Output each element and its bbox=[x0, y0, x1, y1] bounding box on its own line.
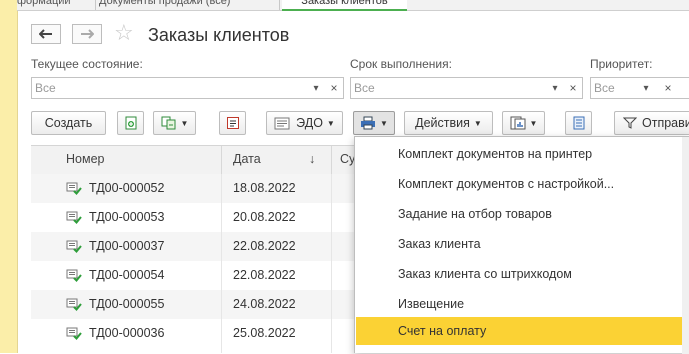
edo-icon bbox=[274, 117, 290, 129]
create-button[interactable]: Создать bbox=[31, 111, 106, 135]
order-date: 20.08.2022 bbox=[233, 210, 296, 224]
printer-icon bbox=[361, 116, 376, 130]
filter-state-value: Все bbox=[35, 81, 56, 95]
back-button[interactable] bbox=[31, 24, 61, 44]
actions-button-label: Действия bbox=[415, 116, 470, 130]
tab-divider bbox=[279, 0, 280, 10]
column-date[interactable]: Дата bbox=[233, 152, 261, 166]
filter-deadline-label: Срок выполнения: bbox=[350, 57, 452, 71]
order-number: ТД00-000037 bbox=[89, 239, 165, 253]
menu-item-customer-order[interactable]: Заказ клиента bbox=[356, 230, 682, 258]
chevron-down-icon[interactable]: ▾ bbox=[637, 78, 655, 98]
posted-document-icon bbox=[66, 269, 82, 282]
clear-icon[interactable]: × bbox=[325, 78, 343, 98]
filter-priority-field[interactable]: Все ▾ × bbox=[590, 77, 689, 99]
order-date: 22.08.2022 bbox=[233, 268, 296, 282]
menu-scrollbar[interactable] bbox=[682, 137, 689, 354]
posted-document-icon bbox=[66, 298, 82, 311]
column-divider bbox=[331, 146, 332, 174]
tab-information[interactable]: формации bbox=[17, 0, 91, 9]
menu-item-picking-task[interactable]: Задание на отбор товаров bbox=[356, 200, 682, 228]
menu-item-invoice[interactable]: Счет на оплату bbox=[356, 317, 682, 345]
section-panel-strip bbox=[0, 0, 18, 353]
column-divider bbox=[221, 146, 222, 174]
fiscal-register-icon bbox=[226, 117, 239, 129]
chevron-down-icon: ▼ bbox=[326, 118, 335, 128]
document-add-icon bbox=[125, 116, 136, 130]
report-icon bbox=[510, 116, 526, 130]
filter-deadline-value: Все bbox=[354, 81, 375, 95]
order-number: ТД00-000054 bbox=[89, 268, 165, 282]
list-view-button[interactable] bbox=[565, 111, 592, 135]
order-date: 25.08.2022 bbox=[233, 326, 296, 340]
create-based-on-button[interactable] bbox=[117, 111, 144, 135]
send-icon bbox=[623, 117, 637, 129]
filter-priority-value: Все bbox=[594, 81, 615, 95]
order-number: ТД00-000055 bbox=[89, 297, 165, 311]
tab-sales-documents[interactable]: Документы продажи (все) bbox=[99, 0, 277, 9]
edo-button-label: ЭДО bbox=[296, 116, 323, 130]
menu-item-customer-order-barcode[interactable]: Заказ клиента со штрихкодом bbox=[356, 260, 682, 288]
filter-deadline-field[interactable]: Все ▾ × bbox=[350, 77, 583, 99]
menu-item-print-kit[interactable]: Комплект документов на принтер bbox=[356, 140, 682, 168]
order-date: 24.08.2022 bbox=[233, 297, 296, 311]
filter-state-field[interactable]: Все ▾ × bbox=[31, 77, 344, 99]
order-date: 18.08.2022 bbox=[233, 181, 296, 195]
posted-document-icon bbox=[66, 182, 82, 195]
list-icon bbox=[573, 116, 584, 130]
menu-item-notice[interactable]: Извещение bbox=[356, 290, 682, 318]
favorite-star-icon[interactable]: ☆ bbox=[114, 21, 134, 45]
tab-customer-orders[interactable]: Заказы клиентов bbox=[282, 0, 407, 11]
posted-document-icon bbox=[66, 240, 82, 253]
page-title: Заказы клиентов bbox=[148, 25, 290, 45]
chevron-down-icon: ▼ bbox=[473, 118, 482, 128]
print-menu: Комплект документов на принтер Комплект … bbox=[354, 136, 689, 354]
column-divider bbox=[221, 174, 222, 353]
filter-priority-label: Приоритет: bbox=[590, 57, 653, 71]
print-button[interactable]: ▼ bbox=[353, 111, 395, 135]
tab-divider bbox=[95, 0, 96, 10]
chevron-down-icon: ▼ bbox=[180, 118, 189, 128]
fiscal-receipt-button[interactable] bbox=[219, 111, 246, 135]
forward-button[interactable] bbox=[72, 24, 102, 44]
column-sum[interactable]: Су bbox=[340, 152, 355, 166]
send-button[interactable]: Отправи bbox=[614, 111, 689, 135]
filter-state-label: Текущее состояние: bbox=[31, 57, 143, 71]
actions-button[interactable]: Действия ▼ bbox=[404, 111, 493, 135]
clear-icon[interactable]: × bbox=[564, 78, 582, 98]
order-number: ТД00-000052 bbox=[89, 181, 165, 195]
edo-button[interactable]: ЭДО ▼ bbox=[266, 111, 343, 135]
order-date: 22.08.2022 bbox=[233, 239, 296, 253]
sort-desc-icon: ↓ bbox=[309, 152, 316, 166]
posted-document-icon bbox=[66, 211, 82, 224]
chevron-down-icon[interactable]: ▾ bbox=[546, 78, 564, 98]
posted-document-icon bbox=[66, 327, 82, 340]
chevron-down-icon: ▼ bbox=[529, 118, 538, 128]
arrow-left-icon bbox=[39, 29, 52, 39]
order-number: ТД00-000036 bbox=[89, 326, 165, 340]
arrow-right-icon bbox=[81, 29, 94, 39]
column-number[interactable]: Номер bbox=[66, 152, 104, 166]
related-documents-button[interactable]: ▼ bbox=[153, 111, 196, 135]
chevron-down-icon[interactable]: ▾ bbox=[307, 78, 325, 98]
column-divider bbox=[331, 174, 332, 353]
clear-icon[interactable]: × bbox=[659, 78, 677, 98]
menu-item-print-kit-settings[interactable]: Комплект документов с настройкой... bbox=[356, 170, 682, 198]
reports-button[interactable]: ▼ bbox=[502, 111, 545, 135]
send-button-label: Отправи bbox=[642, 116, 689, 130]
order-number: ТД00-000053 bbox=[89, 210, 165, 224]
tab-strip: формации Документы продажи (все) Заказы … bbox=[17, 0, 689, 11]
chevron-down-icon: ▼ bbox=[380, 118, 388, 128]
documents-structure-icon bbox=[161, 116, 176, 130]
